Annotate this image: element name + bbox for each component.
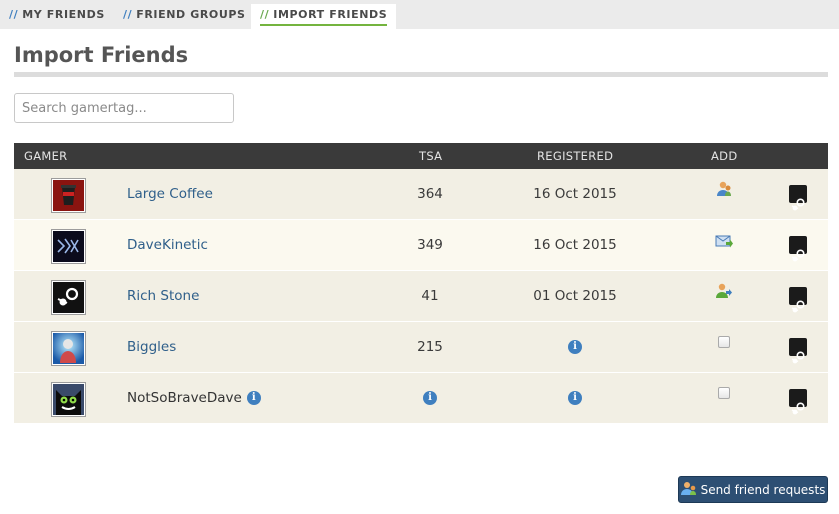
registered-date: 16 Oct 2015 bbox=[533, 186, 617, 202]
registered-cell: i bbox=[520, 373, 630, 424]
friend-request-sent-icon bbox=[715, 220, 733, 271]
black-cat-avatar[interactable] bbox=[51, 382, 86, 417]
send-button-label: Send friend requests bbox=[700, 482, 826, 497]
tab-import-friends[interactable]: //IMPORT FRIENDS bbox=[251, 4, 397, 29]
tab-slashes: // bbox=[123, 8, 133, 21]
table-row: DaveKinetic 349 16 Oct 2015 bbox=[14, 220, 828, 271]
tab-friend-groups[interactable]: //FRIEND GROUPS bbox=[114, 4, 255, 29]
add-cell bbox=[704, 271, 744, 322]
info-icon[interactable]: i bbox=[423, 391, 437, 405]
table-row: NotSoBraveDave i i i bbox=[14, 373, 828, 424]
table-row: Large Coffee 364 16 Oct 2015 bbox=[14, 169, 828, 220]
steam-cell bbox=[784, 220, 812, 271]
tab-slashes: // bbox=[9, 8, 19, 21]
column-header-tsa: TSA bbox=[419, 149, 443, 163]
add-cell bbox=[704, 220, 744, 271]
add-friend-icon[interactable] bbox=[715, 271, 733, 322]
add-cell bbox=[704, 373, 744, 424]
steam-profile-icon[interactable] bbox=[789, 338, 807, 364]
column-header-registered: REGISTERED bbox=[537, 149, 614, 163]
column-header-add: ADD bbox=[711, 149, 738, 163]
tab-bar: //MY FRIENDS //FRIEND GROUPS //IMPORT FR… bbox=[0, 0, 839, 29]
gamer-name-link[interactable]: DaveKinetic bbox=[127, 220, 208, 271]
active-tab-underline bbox=[260, 24, 388, 26]
search-input[interactable] bbox=[14, 93, 234, 123]
steam-profile-icon[interactable] bbox=[789, 389, 807, 415]
steam-cell bbox=[784, 271, 812, 322]
steam-logo-avatar[interactable] bbox=[51, 280, 86, 315]
page-title: Import Friends bbox=[14, 43, 189, 67]
registered-date: 01 Oct 2015 bbox=[533, 288, 617, 304]
registered-date: 16 Oct 2015 bbox=[533, 237, 617, 253]
steam-profile-icon[interactable] bbox=[789, 287, 807, 313]
info-icon[interactable]: i bbox=[568, 391, 582, 405]
steam-cell bbox=[784, 373, 812, 424]
registered-cell: i bbox=[520, 322, 630, 373]
coffee-cup-avatar[interactable] bbox=[51, 178, 86, 213]
add-cell bbox=[704, 169, 744, 220]
steam-cell bbox=[784, 322, 812, 373]
column-header-gamer: GAMER bbox=[24, 149, 68, 163]
table-row: Rich Stone 41 01 Oct 2015 bbox=[14, 271, 828, 322]
tsa-score: 41 bbox=[421, 288, 439, 304]
gamer-name-link[interactable]: Biggles bbox=[127, 322, 176, 373]
tab-label: IMPORT FRIENDS bbox=[273, 8, 388, 21]
dk-logo-avatar[interactable] bbox=[51, 229, 86, 264]
tsa-score: 349 bbox=[417, 237, 443, 253]
add-friend-icon[interactable] bbox=[715, 169, 733, 220]
info-icon[interactable]: i bbox=[246, 391, 261, 405]
tab-slashes: // bbox=[260, 8, 270, 21]
add-friend-checkbox[interactable] bbox=[718, 336, 730, 348]
add-friend-checkbox[interactable] bbox=[718, 387, 730, 399]
steam-profile-icon[interactable] bbox=[789, 185, 807, 211]
gamer-name-link[interactable]: Large Coffee bbox=[127, 169, 213, 220]
tab-my-friends[interactable]: //MY FRIENDS bbox=[0, 4, 114, 29]
tab-label: FRIEND GROUPS bbox=[136, 8, 246, 21]
steam-profile-icon[interactable] bbox=[789, 236, 807, 262]
tsa-score: 364 bbox=[417, 186, 443, 202]
add-friends-icon bbox=[680, 481, 697, 499]
table-row: Biggles 215 i bbox=[14, 322, 828, 373]
steam-cell bbox=[784, 169, 812, 220]
gamer-name-link[interactable]: Rich Stone bbox=[127, 271, 199, 322]
table-header: GAMER TSA REGISTERED ADD bbox=[14, 143, 828, 169]
add-cell bbox=[704, 322, 744, 373]
title-divider bbox=[14, 72, 828, 77]
glowing-figure-avatar[interactable] bbox=[51, 331, 86, 366]
tab-label: MY FRIENDS bbox=[22, 8, 105, 21]
tsa-cell: i bbox=[400, 373, 460, 424]
send-friend-requests-button[interactable]: Send friend requests bbox=[678, 476, 828, 503]
gamer-name: NotSoBraveDave i bbox=[127, 373, 261, 424]
tsa-score: 215 bbox=[417, 339, 443, 355]
info-icon[interactable]: i bbox=[568, 340, 582, 354]
gamer-name-text: NotSoBraveDave bbox=[127, 390, 242, 406]
